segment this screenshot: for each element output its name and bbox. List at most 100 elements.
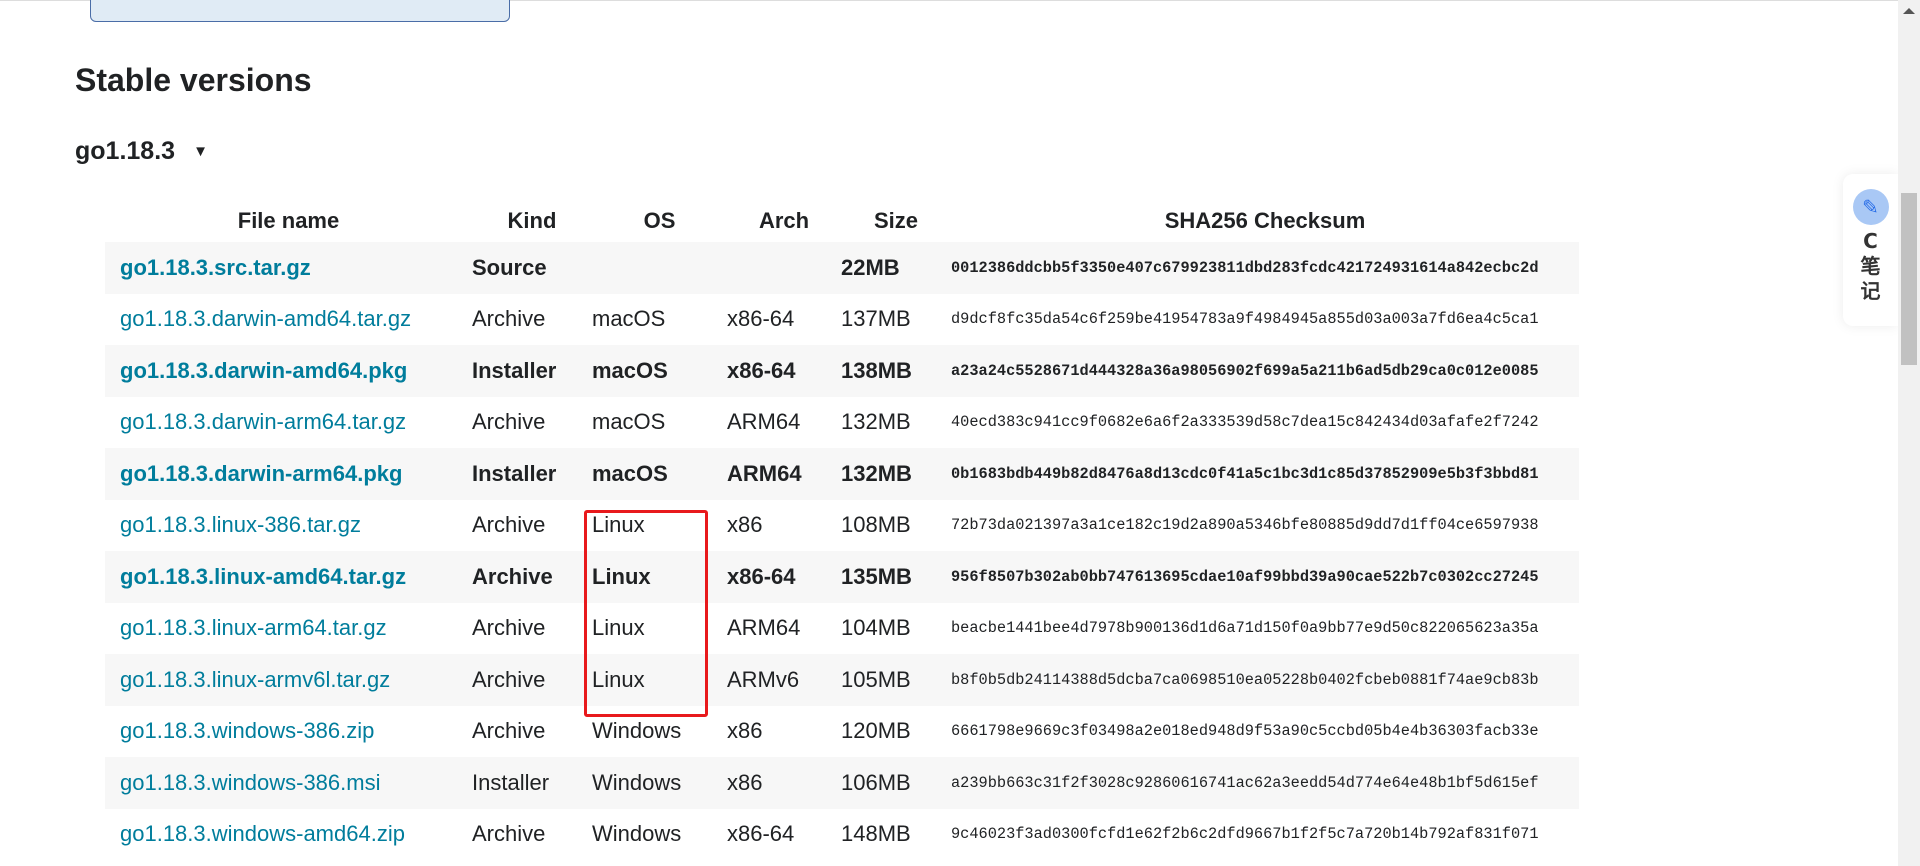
table-row: go1.18.3.windows-amd64.zip Archive Windows… [105,809,1579,861]
checksum-cell: 0b1683bdb449b82d8476a8d13cdc0f41a5c1bc3d… [951,464,1539,483]
os-cell: Windows [592,821,682,847]
arch-cell: ARM64 [727,409,801,435]
checksum-cell: 6661798e9669c3f03498a2e018ed948d9f53a90c… [951,722,1539,741]
file-download-link[interactable]: go1.18.3.windows-386.zip [120,718,374,743]
widget-text-2: 笔 [1860,254,1881,278]
file-download-link[interactable]: go1.18.3.darwin-amd64.tar.gz [120,306,411,331]
column-header: SHA256 Checksum [1164,208,1366,233]
size-cell: 106MB [841,769,911,795]
checksum-cell: 0012386ddcbb5f3350e407c679923811dbd283fc… [951,258,1539,277]
file-name-cell: go1.18.3.darwin-arm64.tar.gz [105,397,472,449]
os-cell: macOS [592,460,668,486]
c-notes-widget[interactable]: ✎ C 笔 记 [1843,174,1898,326]
file-name-cell: go1.18.3.src.tar.gz [105,242,472,294]
file-name-cell: go1.18.3.linux-armv6l.tar.gz [105,654,472,706]
arch-cell: ARM64 [727,615,801,641]
table-row: go1.18.3.linux-arm64.tar.gz Archive Linux A… [105,603,1579,655]
arch-cell: x86 [727,769,763,795]
os-cell: Linux [592,615,645,641]
kind-cell: Archive [472,306,546,332]
file-download-link[interactable]: go1.18.3.darwin-arm64.tar.gz [120,409,406,434]
kind-cell: Installer [472,460,557,486]
kind-cell: Installer [472,357,557,383]
size-cell: 120MB [841,718,911,744]
os-cell: Linux [592,512,645,538]
checksum-cell: beacbe1441bee4d7978b900136d1d6a71d150f0a… [951,619,1539,638]
column-header: OS [643,208,676,233]
vertical-scrollbar[interactable] [1898,0,1920,866]
quill-note-icon: ✎ [1852,189,1889,225]
file-download-link[interactable]: go1.18.3.linux-arm64.tar.gz [120,615,387,640]
version-toggle[interactable]: go1.18.3 ▼ [75,137,208,166]
kind-cell: Source [472,254,547,280]
table-row: go1.18.3.windows-386.zip Archive Windows x8… [105,706,1579,758]
kind-cell: Archive [472,409,546,435]
table-row: go1.18.3.darwin-arm64.pkg Installer macOS A… [105,448,1579,500]
os-cell: macOS [592,306,666,332]
file-download-link[interactable]: go1.18.3.src.tar.gz [120,255,311,280]
size-cell: 132MB [841,460,912,486]
os-cell: Windows [592,718,682,744]
widget-text-1: C [1863,229,1878,253]
file-name-cell: go1.18.3.windows-amd64.zip [105,809,472,861]
table-row: go1.18.3.linux-amd64.tar.gz Archive Linux x… [105,551,1579,603]
table-row: go1.18.3.linux-armv6l.tar.gz Archive Linux… [105,654,1579,706]
arch-cell [727,242,841,294]
file-name-cell: go1.18.3.linux-amd64.tar.gz [105,551,472,603]
os-cell [592,242,727,294]
table-row: go1.18.3.darwin-arm64.tar.gz Archive macOS… [105,397,1579,449]
size-cell: 104MB [841,615,911,641]
arch-cell: x86 [727,718,763,744]
file-download-link[interactable]: go1.18.3.linux-armv6l.tar.gz [120,667,390,692]
file-name-cell: go1.18.3.windows-386.msi [105,757,472,809]
checksum-cell: d9dcf8fc35da54c6f259be41954783a9f4984945… [951,310,1539,329]
size-cell: 138MB [841,357,912,383]
file-download-link[interactable]: go1.18.3.linux-amd64.tar.gz [120,564,406,589]
size-cell: 135MB [841,563,912,589]
table-row: go1.18.3.windows-386.msi Installer Windows… [105,757,1579,809]
column-header: Arch [758,208,810,233]
column-header: Size [873,208,919,233]
checksum-cell: 72b73da021397a3a1ce182c19d2a890a5346bfe8… [951,516,1539,535]
triangle-down-icon: ▼ [193,143,208,160]
arch-cell: ARMv6 [727,666,800,692]
checksum-cell: 40ecd383c941cc9f0682e6a6f2a333539d58c7de… [951,413,1539,432]
os-cell: macOS [592,357,668,383]
file-download-link[interactable]: go1.18.3.darwin-arm64.pkg [120,461,402,486]
column-header: Kind [507,208,557,233]
arch-cell: x86-64 [727,563,796,589]
os-cell: Windows [592,769,682,795]
checksum-cell: 9c46023f3ad0300fcfd1e62f2b6c2dfd9667b1f2… [951,825,1539,844]
checksum-cell: b8f0b5db24114388d5dcba7ca0698510ea05228b… [951,670,1539,689]
file-name-cell: go1.18.3.windows-386.zip [105,706,472,758]
table-row: go1.18.3.darwin-amd64.pkg Installer macOS x… [105,345,1579,397]
downloads-table: File name Kind OS Arch Size SHA256 Checksum g… [105,200,1579,860]
arch-cell: ARM64 [727,460,802,486]
size-cell: 108MB [841,512,911,538]
scroll-up-arrow-icon[interactable] [1903,8,1915,14]
file-download-link[interactable]: go1.18.3.linux-386.tar.gz [120,512,361,537]
arch-cell: x86-64 [727,306,795,332]
size-cell: 22MB [841,254,900,280]
checksum-cell: 956f8507b302ab0bb747613695cdae10af99bbd3… [951,567,1539,586]
checksum-cell: a239bb663c31f2f3028c92860616741ac62a3eed… [951,773,1539,792]
widget-text-3: 记 [1860,279,1881,303]
file-download-link[interactable]: go1.18.3.windows-386.msi [120,770,380,795]
kind-cell: Archive [472,512,546,538]
os-cell: Linux [592,563,651,589]
os-cell: macOS [592,409,666,435]
version-label: go1.18.3 [75,137,176,165]
file-download-link[interactable]: go1.18.3.darwin-amd64.pkg [120,358,407,383]
table-row: go1.18.3.darwin-amd64.tar.gz Archive macOS… [105,294,1579,346]
kind-cell: Archive [472,563,553,589]
arch-cell: x86 [727,512,763,538]
arch-cell: x86-64 [727,821,795,847]
arch-cell: x86-64 [727,357,796,383]
file-name-cell: go1.18.3.linux-arm64.tar.gz [105,603,472,655]
table-row: go1.18.3.linux-386.tar.gz Archive Linux x86… [105,500,1579,552]
scrollbar-thumb[interactable] [1901,193,1917,365]
size-cell: 137MB [841,306,911,332]
kind-cell: Installer [472,769,550,795]
checksum-cell: a23a24c5528671d444328a36a98056902f699a5a… [951,361,1539,380]
file-download-link[interactable]: go1.18.3.windows-amd64.zip [120,821,405,846]
